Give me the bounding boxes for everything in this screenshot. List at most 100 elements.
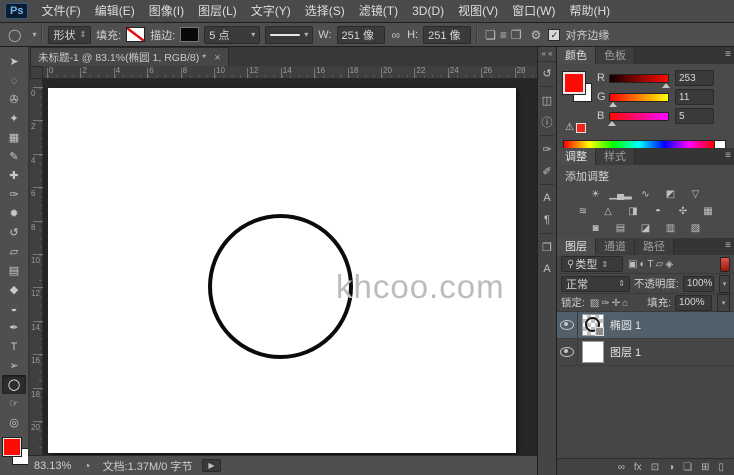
foreground-color-swatch[interactable] [3,438,21,456]
hue-saturation-icon[interactable]: ≋ [575,205,591,218]
slider-handle-R[interactable] [662,83,670,88]
lasso-tool[interactable]: ✇ [2,90,26,109]
eye-icon[interactable] [560,320,574,330]
channel-slider-B[interactable] [609,112,669,121]
filter-pixel-layers-icon[interactable]: ▣ [627,259,638,270]
history-panel-icon[interactable]: ↺ [538,62,556,84]
levels-icon[interactable]: ▁▄▂ [613,188,629,201]
document-close-icon[interactable]: × [214,52,220,64]
properties-panel-icon[interactable]: ◫ [538,89,556,111]
black-white-icon[interactable]: ◨ [625,205,641,218]
paragraph-panel-icon[interactable]: ¶ [538,209,556,231]
exposure-icon[interactable]: ◩ [663,188,679,201]
channel-value-B[interactable]: 5 [675,108,714,124]
dimensions-link-icon[interactable]: ∞ [390,28,403,42]
foreground-color-swatch[interactable] [563,72,585,94]
stroke-width-dropdown[interactable]: 5 点▾ [204,26,260,44]
tool-preset-dropdown-arrow[interactable]: ▾ [32,30,36,39]
slider-handle-B[interactable] [608,121,616,126]
link-layers-icon[interactable]: ∞ [618,462,625,473]
character-panel-icon[interactable]: A [538,187,556,209]
channel-value-G[interactable]: 11 [675,89,714,105]
color-panel-menu-icon[interactable]: ≡ [725,49,731,60]
marquee-tool[interactable]: ◌ [2,71,26,90]
menu-item-V[interactable]: 视图(V) [451,4,505,18]
layer-row[interactable]: 椭圆 1 [557,312,734,339]
channel-value-R[interactable]: 253 [675,70,714,86]
history-brush-tool[interactable]: ↺ [2,223,26,242]
slider-handle-G[interactable] [609,102,617,107]
color-panel-tab-色板[interactable]: 色板 [596,47,635,64]
layers-panel-menu-icon[interactable]: ≡ [725,240,731,251]
menu-item-Y[interactable]: 文字(Y) [244,4,298,18]
layer-effects-icon[interactable]: fx [634,462,642,473]
layer-filter-dropdown[interactable]: ⚲ 类型 ⇕ [561,256,623,272]
stroke-type-dropdown[interactable]: ▾ [265,26,313,44]
new-layer-icon[interactable]: ⊞ [701,462,709,473]
eyedropper-tool[interactable]: ✎ [2,147,26,166]
gamut-warning[interactable]: ⚠ [565,122,586,133]
layers-panel-tab-通道[interactable]: 通道 [596,238,635,255]
adjustments-panel-tab-调整[interactable]: 调整 [557,148,596,165]
threshold-icon[interactable]: ◪ [638,222,654,235]
filter-type-layers-icon[interactable]: T [647,259,655,270]
crop-tool[interactable]: ▦ [2,128,26,147]
vibrance-icon[interactable]: ▽ [688,188,704,201]
tool-preset-icon[interactable]: ◯ [6,28,23,42]
fill-dropdown-arrow[interactable]: ▾ [717,294,730,312]
menu-item-F[interactable]: 文件(F) [34,4,87,18]
move-tool[interactable]: ➤ [2,52,26,71]
brush-presets-panel-icon[interactable]: ✐ [538,160,556,182]
gradient-map-icon[interactable]: ▥ [663,222,679,235]
ellipse-tool[interactable]: ◯ [2,375,26,394]
layer-visibility-cell[interactable] [557,339,578,365]
info-panel-icon[interactable]: ⓘ [538,111,556,133]
layer-filter-switch[interactable] [720,257,730,272]
layer-mask-icon[interactable]: ⊡ [651,462,659,473]
menu-item-3DD[interactable]: 3D(D) [405,4,451,18]
fill-input[interactable]: 100% [675,295,712,311]
color-balance-icon[interactable]: △ [600,205,616,218]
brush-panel-icon[interactable]: ✑ [538,138,556,160]
height-input[interactable]: 251 像 [423,26,471,44]
menu-item-T[interactable]: 滤镜(T) [352,4,405,18]
stroke-swatch[interactable] [180,27,199,42]
curves-icon[interactable]: ∿ [638,188,654,201]
eraser-tool[interactable]: ▱ [2,242,26,261]
adjustments-panel-menu-icon[interactable]: ≡ [725,150,731,161]
magic-wand-tool[interactable]: ✦ [2,109,26,128]
filter-adjustment-layers-icon[interactable]: ◐ [638,259,646,270]
character-styles-panel-icon[interactable]: A [538,258,556,280]
photo-filter-icon[interactable]: ◓ [650,205,666,218]
selective-color-icon[interactable]: ▧ [688,222,704,235]
invert-icon[interactable]: ◙ [588,222,604,235]
fill-swatch[interactable] [126,27,145,42]
hand-tool[interactable]: ☞ [2,394,26,413]
path-selection-tool[interactable]: ➢ [2,356,26,375]
blur-tool[interactable]: ◆ [2,280,26,299]
blend-mode-dropdown[interactable]: 正常 ⇕ [561,276,630,292]
layer-visibility-cell[interactable] [557,312,578,338]
lock-all-icon[interactable]: ⌂ [621,298,629,309]
new-adjustment-layer-icon[interactable]: ◑ [668,462,674,473]
zoom-level-field[interactable]: 83.13% [34,460,71,472]
layer-thumbnail[interactable] [582,314,604,336]
menu-item-E[interactable]: 编辑(E) [88,4,142,18]
menu-item-I[interactable]: 图像(I) [142,4,191,18]
menu-item-H[interactable]: 帮助(H) [562,4,617,18]
document-tab[interactable]: 未标题-1 @ 83.1%(椭圆 1, RGB/8) * × [30,47,229,67]
filter-shape-layers-icon[interactable]: ▱ [655,259,665,270]
type-tool[interactable]: T [2,337,26,356]
layer-thumbnail[interactable] [582,341,604,363]
color-panel-tab-颜色[interactable]: 颜色 [557,47,596,64]
lock-position-icon[interactable]: ✛ [611,298,621,309]
opacity-dropdown-arrow[interactable]: ▾ [719,275,730,293]
path-alignment-icon[interactable]: ≡ [498,28,509,42]
layer-comps-panel-icon[interactable]: ❐ [538,236,556,258]
delete-layer-icon[interactable]: ▯ [718,462,724,473]
eye-icon[interactable] [560,347,574,357]
channel-slider-R[interactable] [609,74,669,83]
ellipse-shape[interactable] [208,214,353,359]
lock-transparency-icon[interactable]: ▨ [589,298,600,309]
gear-icon[interactable]: ⚙ [529,28,544,42]
